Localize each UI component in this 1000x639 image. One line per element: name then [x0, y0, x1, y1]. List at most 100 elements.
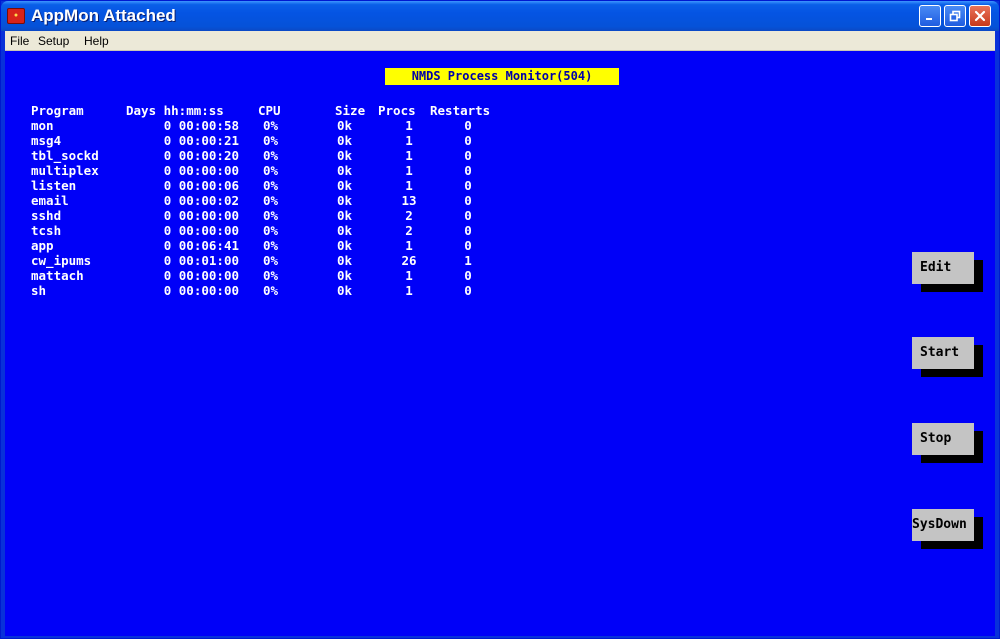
cell-size: 0k — [336, 163, 352, 178]
cell-procs: 1 — [405, 238, 413, 253]
cell-procs: 1 — [405, 148, 413, 163]
cell-cpu: 0% — [263, 148, 279, 163]
cell-program: mon — [31, 118, 54, 133]
cell-program: sshd — [31, 208, 62, 223]
cell-program: cw_ipums — [31, 253, 92, 268]
header-restarts: Restarts — [430, 103, 491, 118]
cell-size: 0k — [336, 238, 352, 253]
close-button[interactable] — [969, 5, 991, 27]
cell-time: 0 00:00:20 — [163, 148, 239, 163]
table-row[interactable]: mon 0 00:00:58 0% 0k 1 0 — [5, 118, 525, 133]
cell-restarts: 0 — [464, 283, 472, 298]
window-title: AppMon Attached — [31, 6, 176, 25]
cell-program: listen — [31, 178, 77, 193]
cell-size: 0k — [336, 193, 352, 208]
cell-time: 0 00:00:02 — [163, 193, 239, 208]
cell-procs: 1 — [405, 118, 413, 133]
table-row[interactable]: tcsh 0 00:00:00 0% 0k 2 0 — [5, 223, 525, 238]
cell-procs: 26 — [401, 253, 417, 268]
cell-program: msg4 — [31, 133, 62, 148]
menu-file[interactable]: File — [10, 34, 29, 48]
edit-button[interactable]: Edit — [912, 252, 974, 284]
cell-restarts: 0 — [464, 178, 472, 193]
cell-procs: 1 — [405, 178, 413, 193]
cell-size: 0k — [336, 133, 352, 148]
close-icon — [974, 10, 986, 22]
sysdown-button[interactable]: SysDown — [912, 509, 974, 541]
cell-size: 0k — [336, 208, 352, 223]
cell-procs: 1 — [405, 268, 413, 283]
menu-setup[interactable]: Setup — [38, 34, 69, 48]
cell-size: 0k — [336, 223, 352, 238]
cell-cpu: 0% — [263, 253, 279, 268]
cell-cpu: 0% — [263, 283, 279, 298]
cell-procs: 13 — [401, 193, 417, 208]
cell-size: 0k — [336, 253, 352, 268]
restore-icon — [949, 10, 961, 22]
cell-cpu: 0% — [263, 208, 279, 223]
table-row[interactable]: multiplex 0 00:00:00 0% 0k 1 0 — [5, 163, 525, 178]
cell-procs: 1 — [405, 283, 413, 298]
menu-help[interactable]: Help — [84, 34, 109, 48]
cell-procs: 1 — [405, 163, 413, 178]
stop-button[interactable]: Stop — [912, 423, 974, 455]
cell-restarts: 1 — [464, 253, 472, 268]
table-row[interactable]: listen 0 00:00:06 0% 0k 1 0 — [5, 178, 525, 193]
header-procs: Procs — [378, 103, 416, 118]
cell-restarts: 0 — [464, 133, 472, 148]
cell-size: 0k — [336, 148, 352, 163]
cell-restarts: 0 — [464, 193, 472, 208]
cell-restarts: 0 — [464, 268, 472, 283]
cell-restarts: 0 — [464, 238, 472, 253]
cell-program: multiplex — [31, 163, 99, 178]
cell-time: 0 00:00:00 — [163, 268, 239, 283]
cell-cpu: 0% — [263, 163, 279, 178]
table-row[interactable]: mattach 0 00:00:00 0% 0k 1 0 — [5, 268, 525, 283]
cell-size: 0k — [336, 283, 352, 298]
appmon-window: ● AppMon Attached File Setup Help NMDS P… — [0, 0, 1000, 639]
minimize-icon — [926, 18, 932, 20]
table-row[interactable]: sshd 0 00:00:00 0% 0k 2 0 — [5, 208, 525, 223]
cell-cpu: 0% — [263, 118, 279, 133]
menu-bar: File Setup Help — [5, 31, 995, 51]
appmon-logo-icon: ● — [7, 8, 25, 24]
start-button[interactable]: Start — [912, 337, 974, 369]
table-row[interactable]: sh 0 00:00:00 0% 0k 1 0 — [5, 283, 525, 298]
header-cpu: CPU — [258, 103, 281, 118]
header-program: Program — [31, 103, 84, 118]
cell-cpu: 0% — [263, 193, 279, 208]
cell-cpu: 0% — [263, 133, 279, 148]
restore-button[interactable] — [944, 5, 966, 27]
table-row[interactable]: msg4 0 00:00:21 0% 0k 1 0 — [5, 133, 525, 148]
cell-time: 0 00:00:00 — [163, 223, 239, 238]
table-row[interactable]: tbl_sockd 0 00:00:20 0% 0k 1 0 — [5, 148, 525, 163]
cell-time: 0 00:06:41 — [163, 238, 239, 253]
cell-procs: 2 — [405, 208, 413, 223]
cell-program: tcsh — [31, 223, 62, 238]
cell-time: 0 00:01:00 — [163, 253, 239, 268]
cell-time: 0 00:00:00 — [163, 208, 239, 223]
cell-program: sh — [31, 283, 47, 298]
cell-restarts: 0 — [464, 148, 472, 163]
cell-cpu: 0% — [263, 223, 279, 238]
table-row[interactable]: email 0 00:00:02 0% 0k 13 0 — [5, 193, 525, 208]
cell-time: 0 00:00:58 — [163, 118, 239, 133]
header-time: Days hh:mm:ss — [126, 103, 224, 118]
minimize-button[interactable] — [919, 5, 941, 27]
cell-restarts: 0 — [464, 118, 472, 133]
cell-size: 0k — [336, 178, 352, 193]
table-row[interactable]: app 0 00:06:41 0% 0k 1 0 — [5, 238, 525, 253]
cell-size: 0k — [336, 268, 352, 283]
cell-restarts: 0 — [464, 223, 472, 238]
title-bar[interactable]: ● AppMon Attached — [1, 1, 999, 31]
cell-program: email — [31, 193, 69, 208]
cell-program: app — [31, 238, 54, 253]
table-row[interactable]: cw_ipums 0 00:01:00 0% 0k 26 1 — [5, 253, 525, 268]
monitor-panel: NMDS Process Monitor(504) Program Days h… — [5, 51, 995, 636]
cell-program: tbl_sockd — [31, 148, 99, 163]
cell-procs: 2 — [405, 223, 413, 238]
cell-cpu: 0% — [263, 238, 279, 253]
monitor-banner: NMDS Process Monitor(504) — [385, 68, 619, 85]
cell-restarts: 0 — [464, 163, 472, 178]
cell-time: 0 00:00:06 — [163, 178, 239, 193]
